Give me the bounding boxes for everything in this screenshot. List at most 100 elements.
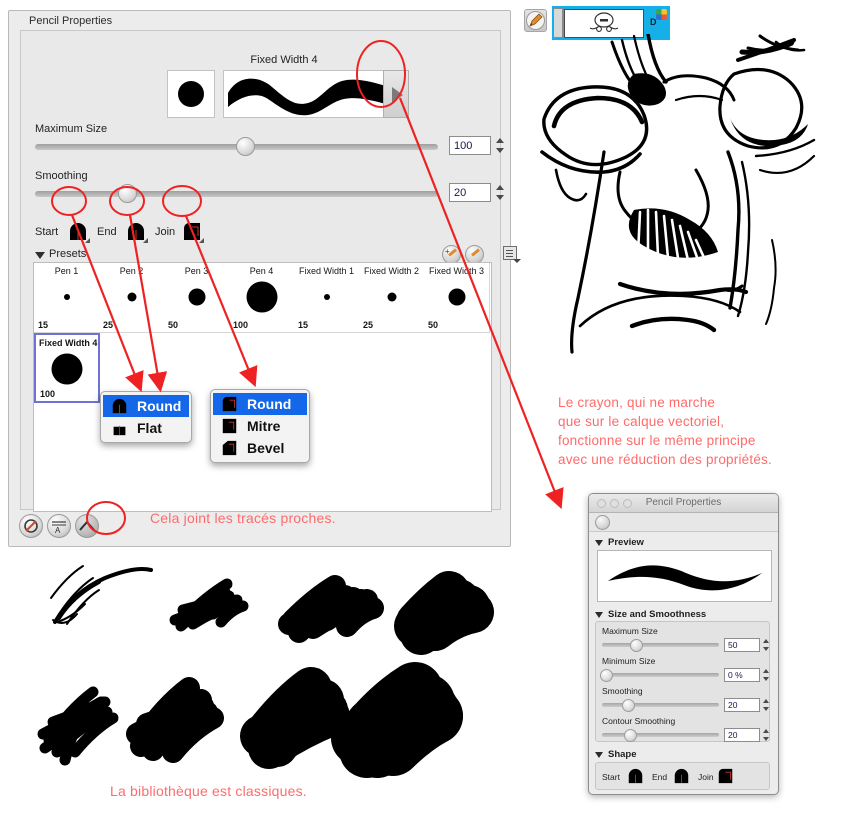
stepper-up-icon[interactable] xyxy=(763,699,769,703)
dialog-start-cap-button[interactable] xyxy=(626,768,645,784)
stepper-down-icon[interactable] xyxy=(496,148,504,153)
dialog-maximum-size-track[interactable] xyxy=(602,643,719,647)
pencil-note-line-2: que sur le calque vectoriel, xyxy=(558,414,725,429)
preset-name: Pen 3 xyxy=(184,266,209,276)
menu-item[interactable]: Round xyxy=(213,393,307,415)
stepper-down-icon[interactable] xyxy=(763,737,769,741)
dialog-smoothing-stepper[interactable] xyxy=(763,698,770,712)
stepper-down-icon[interactable] xyxy=(763,647,769,651)
join-strokes-button[interactable] xyxy=(75,514,99,538)
dialog-join-button[interactable] xyxy=(716,768,735,784)
stepper-down-icon[interactable] xyxy=(496,195,504,200)
preset-name: Fixed Width 4 xyxy=(39,338,98,348)
stepper-down-icon[interactable] xyxy=(763,707,769,711)
maximum-size-value[interactable]: 100 xyxy=(449,136,491,155)
preset-swatch xyxy=(164,277,229,317)
dialog-minimum-size-track[interactable] xyxy=(602,673,719,677)
next-brush-button[interactable] xyxy=(383,70,409,118)
menu-item-label: Flat xyxy=(137,420,162,436)
dialog-contour-smoothing-label: Contour Smoothing xyxy=(602,716,676,726)
dialog-minimum-size-stepper[interactable] xyxy=(763,668,770,682)
menu-item[interactable]: Round xyxy=(103,395,189,417)
brush-preset-icon[interactable] xyxy=(595,515,610,530)
pencil-tool-button[interactable] xyxy=(524,9,547,32)
svg-text:A: A xyxy=(55,526,61,535)
dialog-minimum-size-knob[interactable] xyxy=(600,669,613,682)
no-color-button[interactable] xyxy=(19,514,43,538)
stepper-up-icon[interactable] xyxy=(496,185,504,190)
mitre-join-icon xyxy=(221,418,238,434)
preset-cell[interactable]: Pen 3 50 xyxy=(164,263,230,333)
preset-cell[interactable]: Fixed Width 2 25 xyxy=(359,263,425,333)
presets-grid[interactable]: Pen 1 15 Pen 2 25 Pen 3 50 Pen 4 100 Fixed Width… xyxy=(33,262,492,512)
dialog-size-section-label[interactable]: Size and Smoothness xyxy=(595,609,706,620)
join-style-popup-menu[interactable]: Round Mitre Bevel xyxy=(210,389,310,463)
stepper-up-icon[interactable] xyxy=(496,138,504,143)
dialog-smoothing-label: Smoothing xyxy=(602,686,643,696)
preset-cell[interactable]: Fixed Width 3 50 xyxy=(424,263,490,333)
dialog-maximum-size-knob[interactable] xyxy=(630,639,643,652)
pencil-properties-dialog: Pencil Properties Preview Size and Smoot… xyxy=(588,493,779,795)
smoothing-track[interactable] xyxy=(35,191,438,197)
preset-size: 50 xyxy=(168,320,179,330)
dialog-smoothing-track[interactable] xyxy=(602,703,719,707)
preset-dot-icon xyxy=(51,353,83,385)
dialog-title-bar[interactable]: Pencil Properties xyxy=(589,494,778,513)
preset-dot-icon xyxy=(246,281,277,313)
preset-dot-icon xyxy=(387,292,396,302)
end-cap-button[interactable] xyxy=(123,221,149,243)
maximum-size-knob[interactable] xyxy=(236,137,255,156)
dialog-end-cap-button[interactable] xyxy=(672,768,691,784)
pencil-note-line-1: Le crayon, qui ne marche xyxy=(558,395,716,410)
stepper-up-icon[interactable] xyxy=(763,669,769,673)
dialog-start-label: Start xyxy=(602,772,620,782)
preset-cell[interactable]: Fixed Width 1 15 xyxy=(294,263,360,333)
dialog-maximum-size-stepper[interactable] xyxy=(763,638,770,652)
chevron-down-icon xyxy=(595,540,603,546)
join-button[interactable] xyxy=(179,221,205,243)
start-cap-button[interactable] xyxy=(65,221,91,243)
text-baseline-button[interactable]: A xyxy=(47,514,71,538)
preset-swatch xyxy=(229,277,294,317)
stepper-down-icon[interactable] xyxy=(763,677,769,681)
preset-size: 50 xyxy=(428,320,439,330)
pencil-note-line-4: avec une réduction des propriétés. xyxy=(558,452,772,467)
preset-cell[interactable]: Pen 2 25 xyxy=(99,263,165,333)
smoothing-value[interactable]: 20 xyxy=(449,183,491,202)
preset-dot-icon xyxy=(323,294,330,300)
join-label: Join xyxy=(155,226,176,238)
dialog-contour-smoothing-knob[interactable] xyxy=(624,729,637,742)
smoothing-knob[interactable] xyxy=(118,184,137,203)
preset-cell[interactable]: Pen 4 100 xyxy=(229,263,295,333)
dialog-smoothing-value[interactable]: 20 xyxy=(724,698,760,712)
cap-style-popup-menu[interactable]: Round Flat xyxy=(100,391,192,443)
color-swatch-icon[interactable] xyxy=(656,9,667,20)
menu-item[interactable]: Mitre xyxy=(213,415,307,437)
dialog-contour-smoothing-value[interactable]: 20 xyxy=(724,728,760,742)
stepper-up-icon[interactable] xyxy=(763,729,769,733)
preset-swatch xyxy=(359,277,424,317)
dialog-maximum-size-label: Maximum Size xyxy=(602,626,658,636)
presets-label: Presets xyxy=(49,248,87,260)
dialog-shape-section-label[interactable]: Shape xyxy=(595,749,637,760)
preset-cell[interactable]: Pen 1 15 xyxy=(34,263,100,333)
maximum-size-stepper[interactable] xyxy=(496,136,505,155)
stepper-up-icon[interactable] xyxy=(763,639,769,643)
menu-item[interactable]: Flat xyxy=(103,417,189,439)
dialog-contour-smoothing-stepper[interactable] xyxy=(763,728,770,742)
panel-title: Pencil Properties xyxy=(29,15,113,27)
dialog-maximum-size-value[interactable]: 50 xyxy=(724,638,760,652)
edit-preset-icon xyxy=(471,248,480,257)
preset-size: 25 xyxy=(363,320,374,330)
smoothing-stepper[interactable] xyxy=(496,183,505,202)
preset-swatch xyxy=(99,277,164,317)
dialog-contour-smoothing-track[interactable] xyxy=(602,733,719,737)
menu-item[interactable]: Bevel xyxy=(213,437,307,459)
preset-cell[interactable]: Fixed Width 4 100 xyxy=(34,333,100,403)
round-cap-icon xyxy=(111,398,128,414)
dialog-smoothing-knob[interactable] xyxy=(622,699,635,712)
menu-item-label: Mitre xyxy=(247,418,281,434)
smoothing-slider-row: Smoothing 20 xyxy=(35,170,504,208)
dialog-preview-section-label[interactable]: Preview xyxy=(595,537,644,548)
dialog-minimum-size-value[interactable]: 0 % xyxy=(724,668,760,682)
